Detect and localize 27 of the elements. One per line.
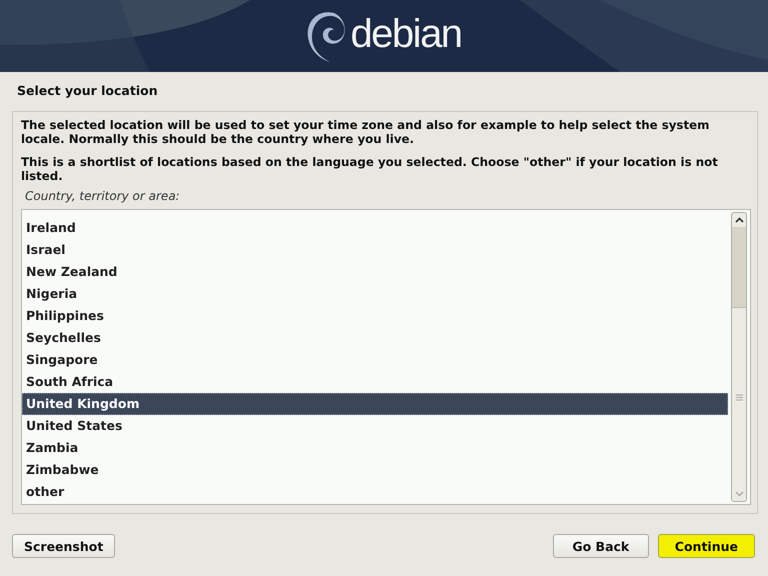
location-item[interactable]: United Kingdom — [22, 393, 728, 415]
logo-text: debian — [350, 11, 463, 58]
location-item[interactable]: Israel — [22, 239, 728, 261]
back-button[interactable]: Go Back — [552, 534, 649, 558]
location-item[interactable]: Ireland — [22, 217, 728, 239]
description-text: This is a shortlist of locations based on the language you selected. Choose "other" if your location is not listed. — [21, 155, 719, 183]
location-item[interactable]: Zambia — [22, 437, 728, 459]
scroll-down-icon[interactable] — [734, 491, 744, 497]
location-item[interactable]: Zimbabwe — [22, 459, 728, 481]
list-label: Country, territory or area: — [25, 189, 181, 203]
scroll-thumb[interactable] — [732, 227, 746, 308]
grip-icon — [736, 394, 742, 401]
location-item[interactable]: South Africa — [22, 371, 728, 393]
continue-button[interactable]: Continue — [658, 534, 755, 558]
location-item[interactable]: other — [22, 481, 728, 503]
location-item[interactable]: Singapore — [22, 349, 728, 371]
page-title: Select your location — [16, 82, 159, 100]
description-text: The selected location will be used to set your time zone and also for example to help select the system locale. Normally this should be the country where you live. — [21, 118, 710, 146]
location-item[interactable]: United States — [22, 415, 728, 437]
location-item[interactable]: Philippines — [22, 305, 728, 327]
location-item[interactable]: New Zealand — [22, 261, 728, 283]
screenshot-button[interactable]: Screenshot — [12, 534, 116, 558]
scroll-up-icon[interactable] — [734, 217, 744, 223]
location-item[interactable]: Seychelles — [22, 327, 728, 349]
location-item[interactable]: Nigeria — [22, 283, 728, 305]
scrollbar[interactable] — [731, 212, 747, 502]
location-list[interactable]: Ireland Israel New Zealand Nigeria Philippines Seychelles Singapore South Africa United Kingdom United States Zambia Zimbabwe other — [21, 209, 751, 505]
